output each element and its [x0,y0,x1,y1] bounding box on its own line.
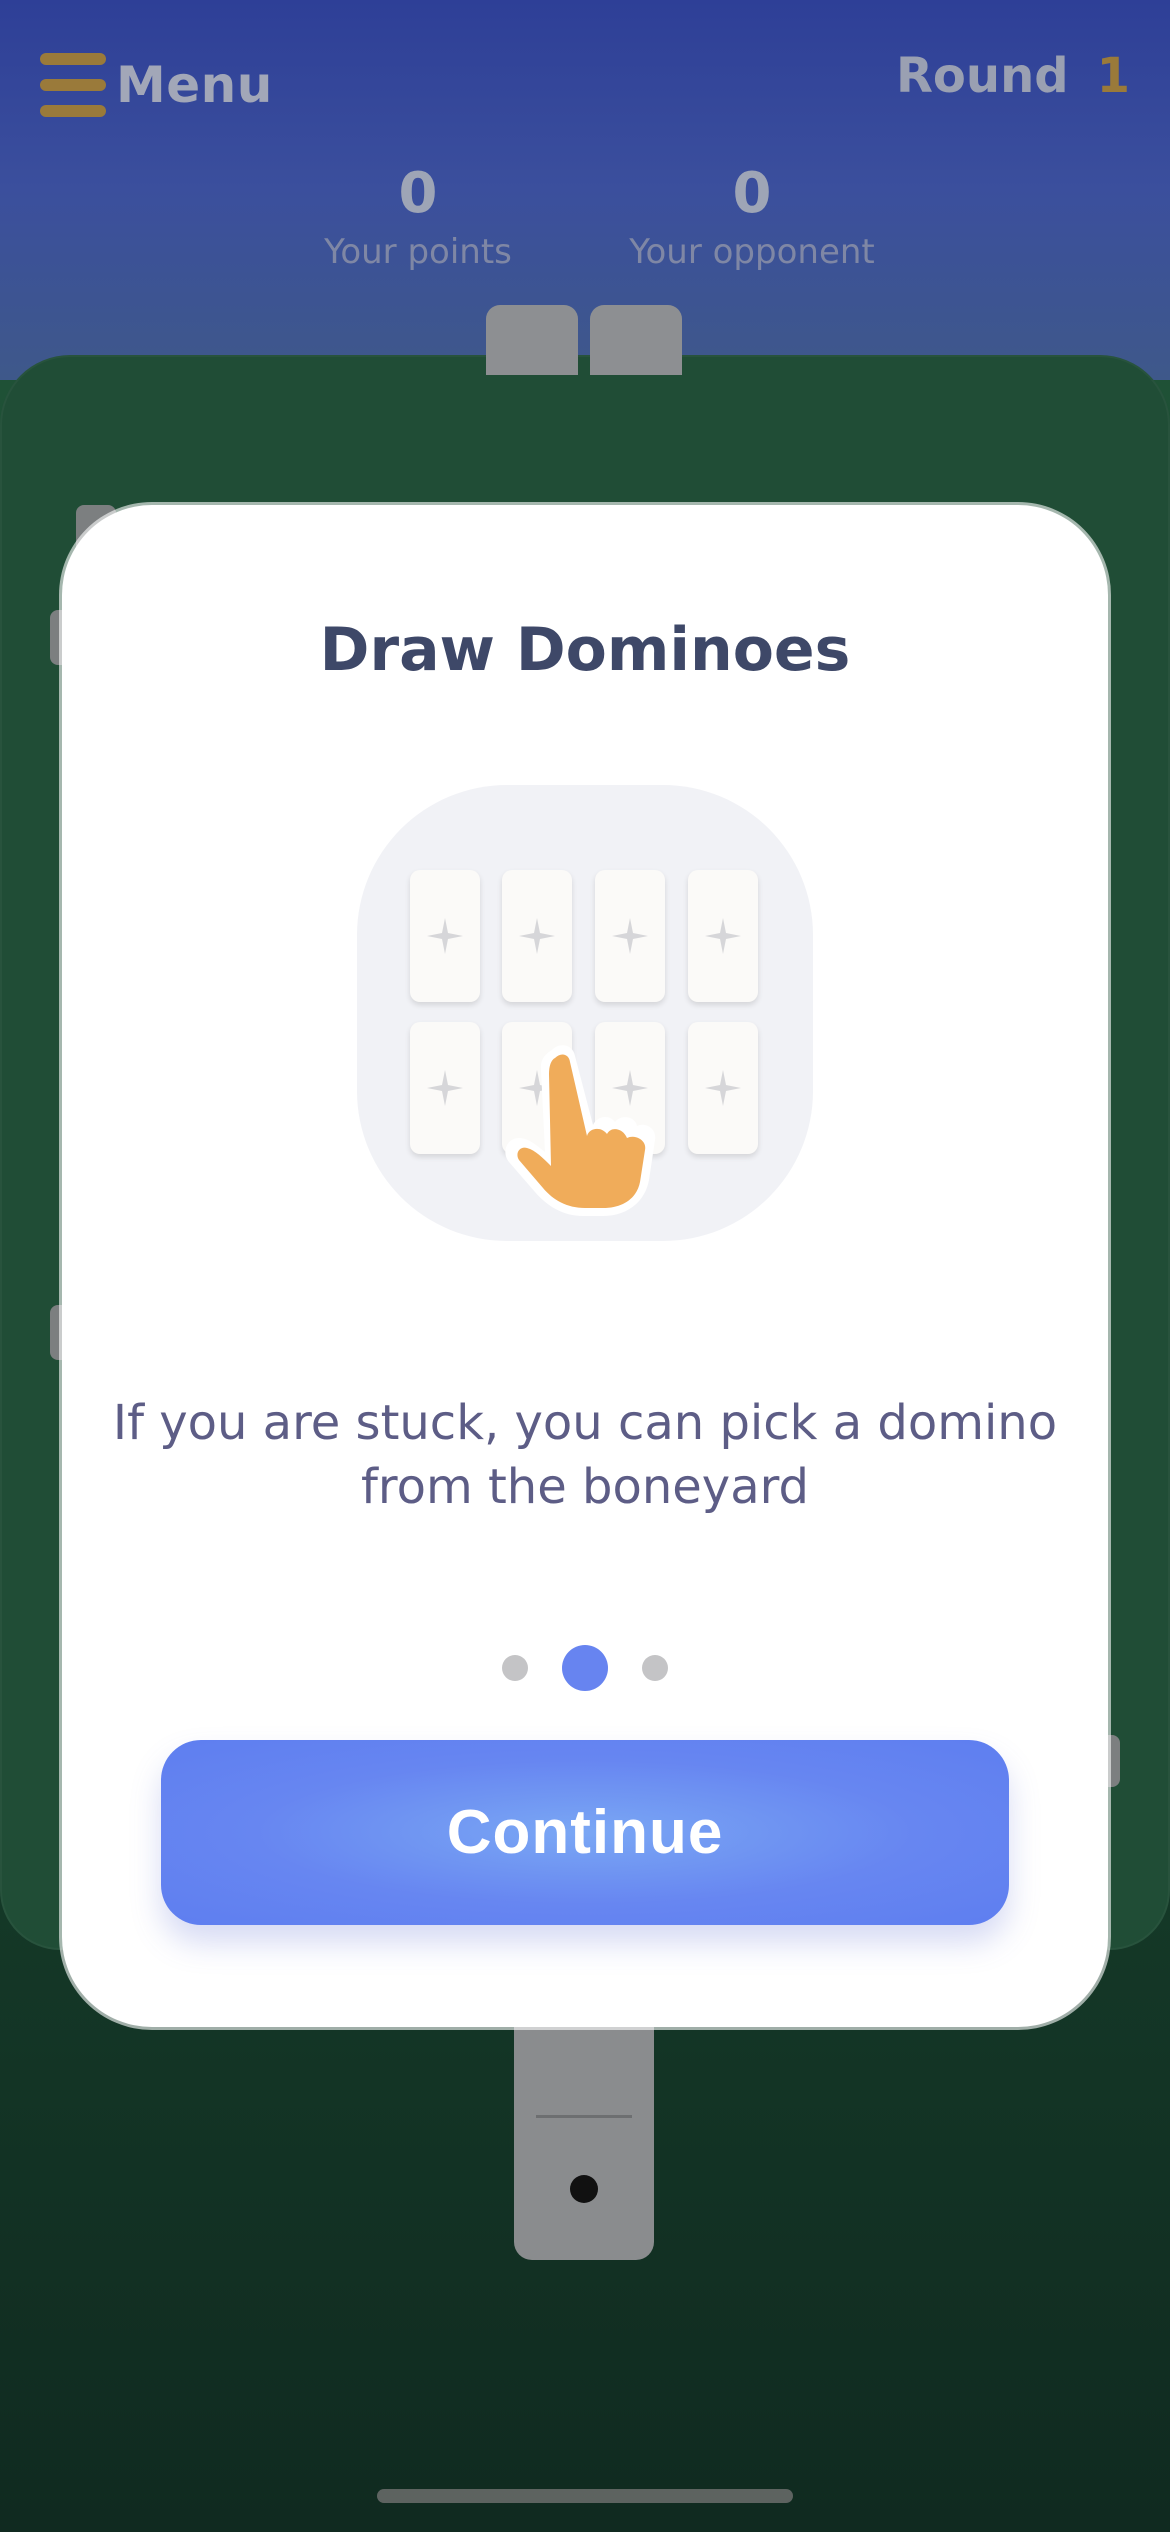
sparkle-icon [705,1070,741,1106]
opponent-tile [590,305,682,375]
pagination-dots [62,1645,1108,1691]
domino-pip [570,2175,598,2203]
boneyard-illustration [357,785,813,1241]
modal-title: Draw Dominoes [319,615,851,685]
opponent-score-caption: Your opponent [629,232,875,272]
pagination-dot[interactable] [502,1655,528,1681]
player-score-value: 0 [398,161,438,226]
sparkle-icon [427,1070,463,1106]
sparkle-icon [612,918,648,954]
boneyard-tile [688,1022,758,1154]
hamburger-icon [40,49,106,121]
boneyard-tile [502,870,572,1002]
sparkle-icon [705,918,741,954]
pagination-dot-active[interactable] [562,1645,608,1691]
sparkle-icon [519,918,555,954]
modal-description: If you are stuck, you can pick a domino … [102,1391,1068,1519]
player-score: 0 Your points [248,160,588,272]
pagination-dot[interactable] [642,1655,668,1681]
menu-label: Menu [116,56,273,114]
continue-button[interactable]: Continue [161,1740,1009,1925]
modal-description-line1: If you are stuck, you can pick a domino [112,1395,1058,1451]
opponent-score: 0 Your opponent [582,160,922,272]
boneyard-tile [688,870,758,1002]
boneyard-tile [410,870,480,1002]
round-indicator: Round 1 [896,48,1130,104]
modal-description-line2: from the boneyard [361,1459,809,1515]
opponent-score-value: 0 [732,161,772,226]
domino-divider [536,2115,632,2118]
player-domino[interactable] [514,2020,654,2260]
boneyard-tile [595,870,665,1002]
round-label: Round [895,48,1069,104]
opponent-tile [486,305,578,375]
boneyard-tile [410,1022,480,1154]
round-number: 1 [1096,48,1130,104]
hand-pointer-icon [505,1045,656,1216]
tutorial-modal: Draw Dominoes If you are stuck, you can … [62,505,1108,2027]
home-indicator[interactable] [377,2489,793,2503]
player-score-caption: Your points [324,232,512,272]
sparkle-icon [427,918,463,954]
menu-button[interactable]: Menu [40,45,273,125]
